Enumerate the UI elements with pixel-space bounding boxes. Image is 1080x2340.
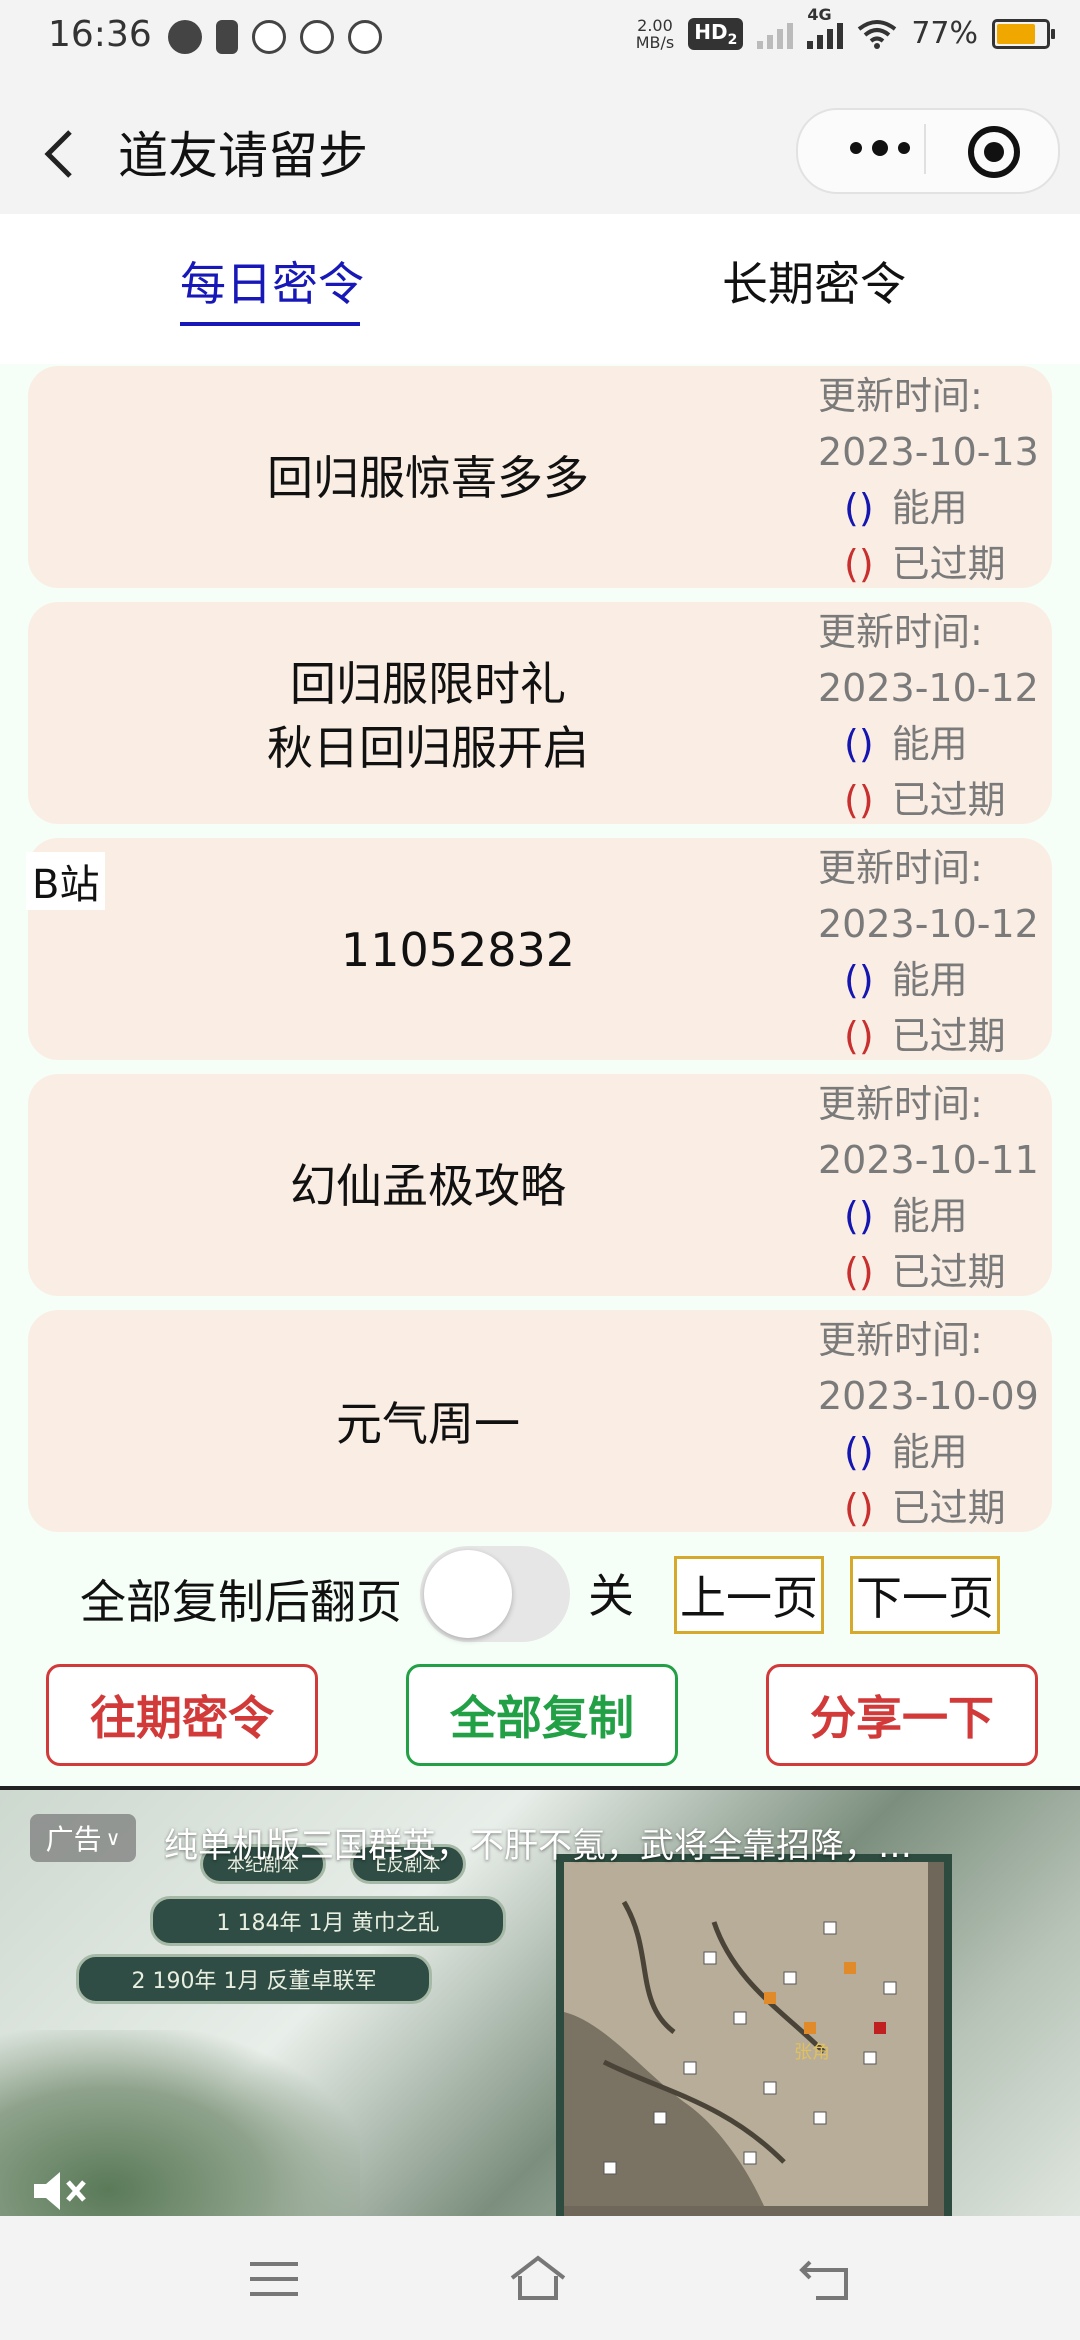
network-speed: 2.00 MB/s [635, 15, 675, 52]
app-icon [348, 20, 382, 54]
back-button[interactable] [42, 128, 76, 194]
menu-icon[interactable] [244, 2252, 304, 2306]
past-codes-button[interactable]: 往期密令 [46, 1664, 318, 1766]
code-text: 11052832 [340, 923, 576, 977]
target-icon[interactable] [968, 126, 1020, 178]
home-icon[interactable] [508, 2252, 568, 2306]
ad-map: 张角 [556, 1854, 952, 2230]
usable-mark[interactable]: () [844, 486, 874, 530]
ad-label[interactable]: 广告 ∨ [30, 1814, 136, 1862]
copy-then-page-label: 全部复制后翻页 [80, 1575, 402, 1629]
page-title: 道友请留步 [118, 127, 368, 185]
map-label: 张角 [794, 2042, 830, 2063]
wechat-icon [300, 20, 334, 54]
chevron-left-icon [44, 130, 72, 178]
chat-icon [168, 20, 202, 54]
code-meta: 更新时间: 2023-10-13 () 能用 () 已过期 [818, 374, 1039, 586]
expired-mark[interactable]: () [844, 542, 874, 586]
ad-description[interactable]: 纯单机版三国群英，不肝不氪，武将全靠招降，… [164, 1818, 964, 1867]
code-text: 元气周一 [336, 1397, 520, 1451]
usable-mark[interactable]: () [844, 958, 874, 1002]
more-button[interactable] [830, 128, 930, 168]
battery-percent: 77% [911, 16, 978, 51]
code-text: 回归服限时礼 秋日回归服开启 [267, 657, 589, 775]
code-meta: 更新时间: 2023-10-09 () 能用 () 已过期 [818, 1318, 1039, 1530]
toggle-knob[interactable] [424, 1550, 512, 1638]
chevron-down-icon: ∨ [105, 1826, 121, 1850]
code-meta: 更新时间: 2023-10-12 () 能用 () 已过期 [818, 610, 1039, 822]
capsule-divider [924, 124, 926, 174]
code-text: 回归服惊喜多多 [267, 451, 589, 505]
map-terrain: 张角 [564, 1862, 928, 2206]
status-time: 16:36 [48, 14, 152, 55]
source-tag: B站 [26, 852, 106, 910]
back-icon[interactable] [796, 2252, 856, 2306]
tab-active-indicator [180, 322, 360, 326]
ad-scroll: 1 184年 1月 黄巾之乱 [150, 1896, 506, 1946]
expired-mark[interactable]: () [844, 1250, 874, 1294]
expired-mark[interactable]: () [844, 1486, 874, 1530]
usable-mark[interactable]: () [844, 1194, 874, 1238]
share-button[interactable]: 分享一下 [766, 1664, 1038, 1766]
hd-icon: HD2 [688, 17, 744, 50]
tab-daily[interactable]: 每日密令 [180, 248, 364, 314]
copy-all-button[interactable]: 全部复制 [406, 1664, 678, 1766]
expired-mark[interactable]: () [844, 1014, 874, 1058]
more-icon [850, 142, 862, 154]
signal-bars-icon [757, 19, 794, 49]
sim-icon [216, 20, 238, 54]
code-text: 幻仙孟极攻略 [290, 1159, 566, 1213]
ad-scroll: 2 190年 1月 反董卓联军 [76, 1954, 432, 2004]
status-right: 2.00 MB/s HD2 4G 77% [635, 5, 1055, 52]
code-meta: 更新时间: 2023-10-12 () 能用 () 已过期 [818, 846, 1039, 1058]
code-meta: 更新时间: 2023-10-11 () 能用 () 已过期 [818, 1082, 1039, 1294]
muted-speaker-icon[interactable] [30, 2166, 90, 2216]
usable-mark[interactable]: () [844, 1430, 874, 1474]
signal-4g: 4G [807, 5, 844, 49]
status-notification-icons [168, 20, 382, 54]
prev-page-button[interactable]: 上一页 [674, 1556, 824, 1634]
toggle-state-label: 关 [588, 1569, 634, 1623]
next-page-button[interactable]: 下一页 [850, 1556, 1000, 1634]
wifi-icon [858, 19, 897, 49]
tab-long-term[interactable]: 长期密令 [722, 248, 906, 314]
usable-mark[interactable]: () [844, 722, 874, 766]
phone-icon [252, 20, 286, 54]
tab-bar [0, 214, 1080, 364]
battery-icon [992, 18, 1055, 49]
expired-mark[interactable]: () [844, 778, 874, 822]
